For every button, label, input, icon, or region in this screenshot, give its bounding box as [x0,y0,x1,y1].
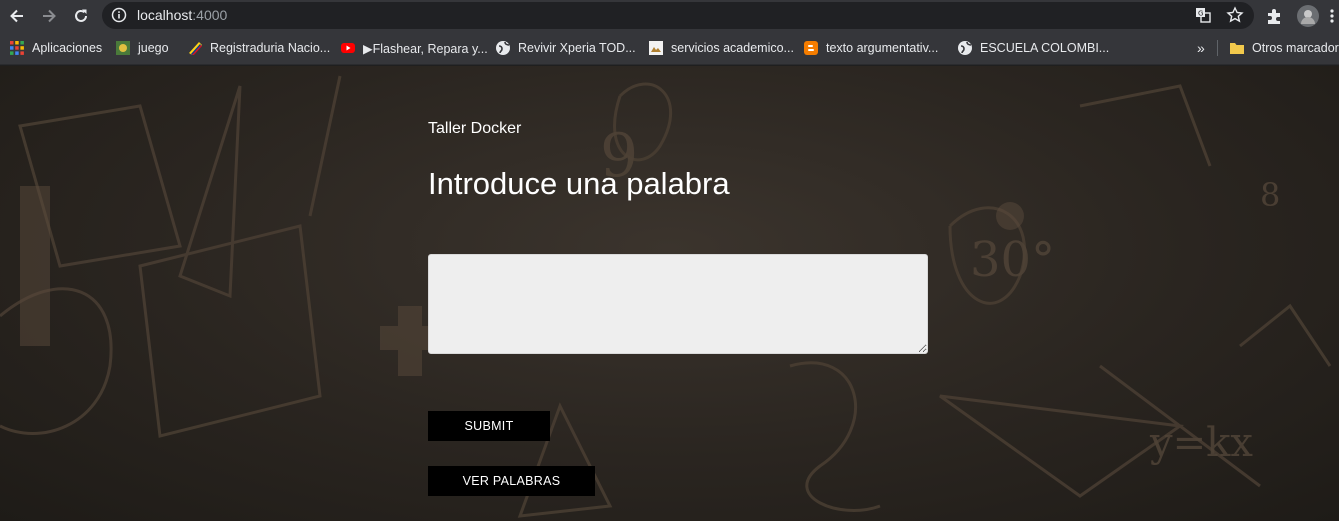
bookmarks-divider [1217,40,1218,56]
bookmark-registraduria[interactable]: Registraduria Nacio... [187,39,330,57]
submit-button[interactable]: SUBMIT [428,411,550,441]
bookmark-escuela-colombiana[interactable]: ESCUELA COLOMBI... [957,39,1109,57]
page-viewport: 30° y=kx 9 8 Taller Docker Introduce una… [0,66,1339,521]
profile-avatar[interactable] [1296,4,1320,28]
page-title: Introduce una palabra [428,166,730,201]
bookmark-aplicaciones[interactable]: Aplicaciones [9,39,102,57]
browser-toolbar: localhost:4000 G [0,0,1339,31]
page-subtitle: Taller Docker [428,120,522,137]
bookmarks-bar: Aplicaciones juego Registraduria Nacio..… [0,31,1339,65]
bookmark-label: juego [138,41,169,55]
bookmark-juego[interactable]: juego [115,39,169,57]
bookmark-label: Aplicaciones [32,41,103,55]
extensions-puzzle-icon[interactable] [1262,4,1286,28]
blogger-icon [803,40,819,56]
bookmark-revivir-xperia[interactable]: Revivir Xperia TOD... [495,39,636,57]
bookmark-label: ▶Flashear, Repara y... [363,41,488,56]
apps-grid-icon [9,40,25,56]
bookmark-label: servicios academico... [671,41,794,55]
globe-icon [957,40,973,56]
menu-dots-icon[interactable] [1325,4,1339,28]
youtube-icon [340,40,356,56]
reload-icon[interactable] [69,4,93,28]
globe-icon [495,40,511,56]
url-port: :4000 [192,7,228,23]
bookmark-label: Otros marcadores [1252,41,1339,55]
flag-favicon-icon [187,40,203,56]
svg-text:y=kx: y=kx [1149,420,1253,466]
info-icon[interactable] [111,7,127,23]
more-bookmarks-chevron[interactable]: » [1197,39,1205,57]
url-text[interactable]: localhost:4000 [137,7,227,23]
bookmark-label: Registraduria Nacio... [210,41,331,55]
svg-text:8: 8 [1260,176,1280,214]
bookmark-label: Revivir Xperia TOD... [518,41,636,55]
svg-text:G: G [1198,10,1203,18]
bookmark-label: texto argumentativ... [826,41,939,55]
bookmark-flashear[interactable]: ▶Flashear, Repara y... [340,39,488,57]
globe-favicon-icon [115,40,131,56]
svg-text:30°: 30° [970,232,1055,288]
address-bar[interactable]: localhost:4000 G [102,2,1254,29]
bookmark-texto-argumentativo[interactable]: texto argumentativ... [803,39,938,57]
url-host: localhost [137,7,193,23]
image-favicon-icon [648,40,664,56]
other-bookmarks-folder[interactable]: Otros marcadores [1229,39,1339,57]
forward-arrow-icon[interactable] [37,4,61,28]
translate-icon[interactable]: G [1194,6,1212,24]
bookmark-label: ESCUELA COLOMBI... [980,41,1110,55]
star-bookmark-icon[interactable] [1226,6,1244,24]
bookmark-servicios-academicos[interactable]: servicios academico... [648,39,794,57]
back-arrow-icon[interactable] [5,4,29,28]
folder-icon [1229,40,1245,56]
word-textarea[interactable] [428,254,928,354]
ver-palabras-button[interactable]: VER PALABRAS [428,466,595,496]
